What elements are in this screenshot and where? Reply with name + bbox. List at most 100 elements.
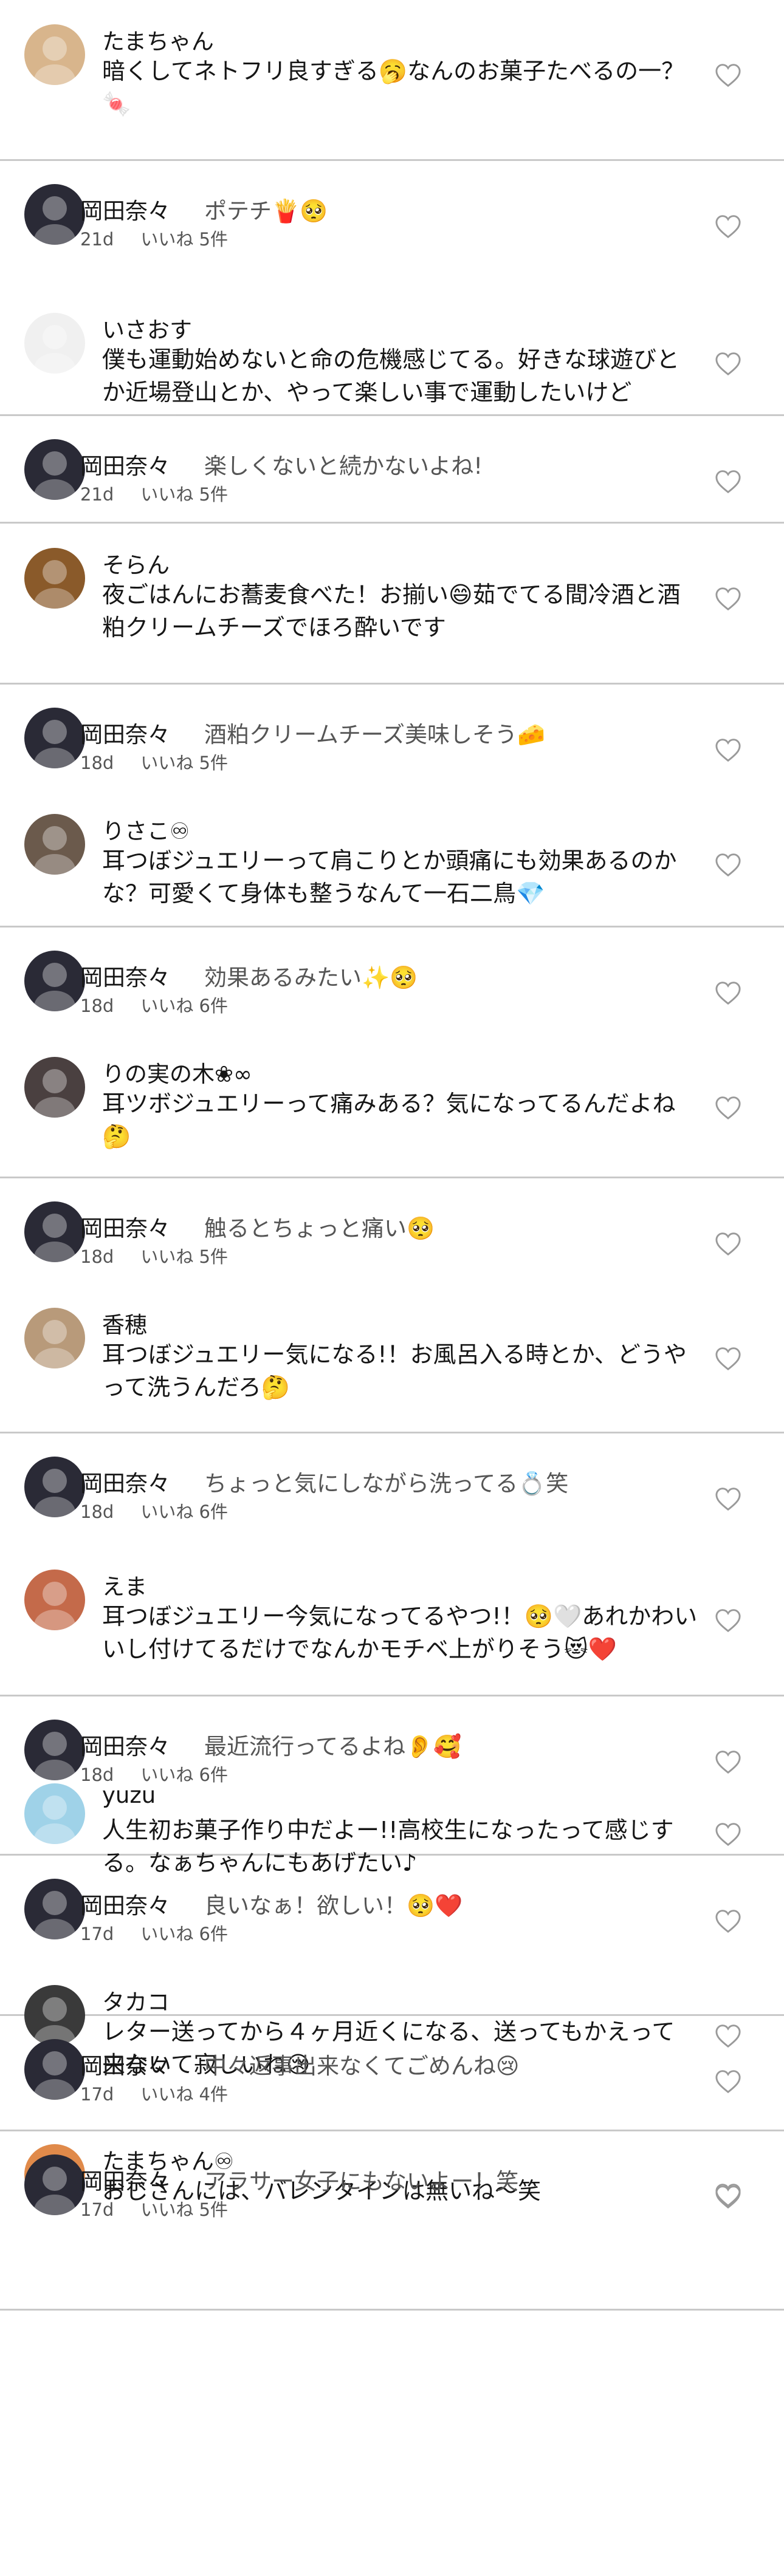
- comment-author[interactable]: いさおす: [102, 312, 192, 344]
- avatar[interactable]: [24, 2154, 85, 2215]
- heart-icon[interactable]: [715, 352, 741, 376]
- avatar[interactable]: [24, 708, 85, 768]
- heart-icon[interactable]: [715, 214, 741, 239]
- like-count[interactable]: いいね 5件: [140, 753, 228, 773]
- comment-thread: 岡田奈々 触るとちょっと痛い🥺 18d いいね 5件 香穂 耳つぼジュエリー気になる!！お…: [0, 1178, 784, 1433]
- comment-thread: 岡田奈々 良いなぁ！欲しい！🥺❤️ 17d いいね 6件 タカコ レター送ってから４ヶ月近…: [0, 1856, 784, 2078]
- avatar[interactable]: [24, 1570, 85, 1630]
- comment-thread: 岡田奈々 アラサー女子にもないよー！笑 17d いいね 5件: [0, 2131, 784, 2311]
- reply-text: 良いなぁ！欲しい！🥺❤️: [204, 1893, 463, 1919]
- comment-author[interactable]: えま: [102, 1568, 147, 1601]
- reply-text: 酒粕クリームチーズ美味しそう🧀: [204, 722, 546, 748]
- heart-icon[interactable]: [715, 470, 741, 494]
- timestamp: 17d: [80, 1924, 114, 1944]
- comment-thread: 岡田奈々 ポテチ🍟🥺 21d いいね 5件いさおす 僕も運動始めないと命の危機感じてる。…: [0, 161, 784, 416]
- comment-text: 夜ごはんにお蕎麦食べた！お揃い😄茹でてる間冷酒と酒粕クリームチーズでほろ酔いです: [102, 581, 681, 641]
- heart-icon[interactable]: [715, 1096, 741, 1120]
- reply-text: 触るとちょっと痛い🥺: [204, 1215, 435, 1242]
- comment-author[interactable]: そらん: [102, 547, 170, 579]
- comment-author[interactable]: タカコ: [102, 1984, 170, 2017]
- reply-text: アラサー女子にもないよー！笑: [204, 2168, 519, 2195]
- avatar[interactable]: [24, 1201, 85, 1262]
- avatar[interactable]: [24, 1879, 85, 1939]
- heart-icon[interactable]: [715, 853, 741, 877]
- comment-author[interactable]: 岡田奈々: [80, 448, 170, 480]
- heart-icon[interactable]: [715, 1232, 741, 1256]
- avatar[interactable]: [24, 439, 85, 500]
- comment-author[interactable]: たまちゃん: [102, 23, 214, 56]
- heart-icon[interactable]: [715, 1909, 741, 1933]
- comment-text: 耳つぼジュエリー今気になってるやつ!！🥺🤍あれかわいいし付けてるだけでなんかモチ…: [102, 1603, 698, 1662]
- comment-meta: 21d いいね 5件: [80, 225, 228, 251]
- avatar[interactable]: [24, 951, 85, 1011]
- comment-thread: 岡田奈々 効果あるみたい✨🥺 18d いいね 6件りの実の木❀∞ 耳ツボジュエリーって痛…: [0, 928, 784, 1178]
- avatar[interactable]: [24, 1457, 85, 1517]
- comment-meta: 17d いいね 6件: [80, 1920, 228, 1946]
- heart-icon[interactable]: [715, 1487, 741, 1511]
- like-count[interactable]: いいね 6件: [140, 1924, 228, 1944]
- reply-text: 効果あるみたい✨🥺: [204, 965, 418, 991]
- reply-text: ポテチ🍟🥺: [204, 198, 328, 224]
- heart-icon[interactable]: [715, 587, 741, 611]
- comment-text: 僕も運動始めないと命の危機感じてる。好きな球遊びとか近場登山とか、やって楽しい事…: [102, 346, 680, 406]
- comment-meta: 18d いいね 5件: [80, 1243, 228, 1268]
- avatar[interactable]: [24, 1720, 85, 1780]
- comment-author[interactable]: 岡田奈々: [80, 1465, 170, 1498]
- like-count[interactable]: いいね 5件: [140, 484, 228, 505]
- comment-meta: 17d いいね 5件: [80, 2196, 228, 2221]
- avatar[interactable]: [24, 2039, 85, 2100]
- comment-thread: 岡田奈々 中々返事出来なくてごめんね😢 17d いいね 4件 たまちゃん♾ おじさんには、…: [0, 2016, 784, 2207]
- comment-author[interactable]: 岡田奈々: [80, 1728, 170, 1761]
- avatar[interactable]: [24, 184, 85, 245]
- like-count[interactable]: いいね 5件: [140, 229, 228, 250]
- comment-text: 耳つぼジュエリーって肩こりとか頭痛にも効果あるのかな？可愛くて身体も整うなんて一…: [102, 847, 677, 907]
- heart-icon[interactable]: [715, 1750, 741, 1774]
- comment-author[interactable]: 岡田奈々: [80, 193, 170, 225]
- heart-icon[interactable]: [715, 1347, 741, 1371]
- comment-author[interactable]: 岡田奈々: [80, 1210, 170, 1243]
- comment-meta: 17d いいね 4件: [80, 2080, 228, 2106]
- timestamp: 21d: [80, 484, 114, 505]
- avatar[interactable]: [24, 548, 85, 609]
- comment-thread: 岡田奈々 酒粕クリームチーズ美味しそう🧀 18d いいね 5件りさこ♾ 耳つぼジュエリー…: [0, 685, 784, 928]
- comment-thread: 岡田奈々 楽しくないと続かないよね! 21d いいね 5件: [0, 416, 784, 524]
- reply-text: 中々返事出来なくてごめんね😢: [204, 2053, 520, 2079]
- timestamp: 17d: [80, 2199, 114, 2220]
- comment-author[interactable]: りさこ♾: [102, 813, 190, 846]
- avatar[interactable]: [24, 814, 85, 875]
- avatar[interactable]: [24, 24, 85, 85]
- comment-author[interactable]: 岡田奈々: [80, 2163, 170, 2196]
- comment-author[interactable]: 岡田奈々: [80, 1887, 170, 1920]
- comment-author[interactable]: 岡田奈々: [80, 716, 170, 749]
- heart-icon[interactable]: [715, 981, 741, 1005]
- comment-thread: 岡田奈々 ちょっと気にしながら洗ってる💍笑 18d いいね 6件 えま 耳つぼジュエリー今…: [0, 1433, 784, 1696]
- avatar[interactable]: [24, 1308, 85, 1368]
- comment-author[interactable]: 香穂: [102, 1307, 147, 1339]
- comment-thread: 岡田奈々 最近流行ってるよね👂🥰 18d いいね 6件 yuzu 人生初お菓子作り中だよー…: [0, 1696, 784, 1876]
- avatar[interactable]: [24, 1057, 85, 1118]
- like-count[interactable]: いいね 5件: [140, 1246, 228, 1267]
- heart-icon[interactable]: [715, 738, 741, 762]
- comment-feed: たまちゃん 暗くしてネトフリ良すぎる🥱なんのお菓子たべるの一？🍬 岡田奈々 ポテチ🍟🥺…: [0, 0, 784, 2311]
- like-count[interactable]: いいね 6件: [140, 1502, 228, 1522]
- comment-author[interactable]: 岡田奈々: [80, 959, 170, 992]
- avatar[interactable]: [24, 1783, 85, 1844]
- heart-icon[interactable]: [715, 1608, 741, 1633]
- like-count[interactable]: いいね 4件: [140, 2084, 228, 2105]
- heart-icon[interactable]: [715, 1822, 741, 1847]
- like-count[interactable]: いいね 6件: [140, 996, 228, 1016]
- timestamp: 18d: [80, 753, 114, 773]
- comment-author[interactable]: 岡田奈々: [80, 2048, 170, 2080]
- heart-icon[interactable]: [715, 2185, 741, 2209]
- comment-author[interactable]: りの実の木❀∞: [102, 1056, 252, 1088]
- timestamp: 18d: [80, 1246, 114, 1267]
- comment-author[interactable]: yuzu: [102, 1782, 156, 1808]
- comment-meta: 21d いいね 5件: [80, 480, 228, 506]
- like-count[interactable]: いいね 5件: [140, 2199, 228, 2220]
- comment-meta: 18d いいね 6件: [80, 992, 228, 1017]
- heart-icon[interactable]: [715, 63, 741, 87]
- avatar[interactable]: [24, 313, 85, 374]
- comment-text: 耳ツボジュエリーって痛みある？気になってるんだよね🤔: [102, 1090, 676, 1150]
- timestamp: 17d: [80, 2084, 114, 2105]
- heart-icon[interactable]: [715, 2069, 741, 2094]
